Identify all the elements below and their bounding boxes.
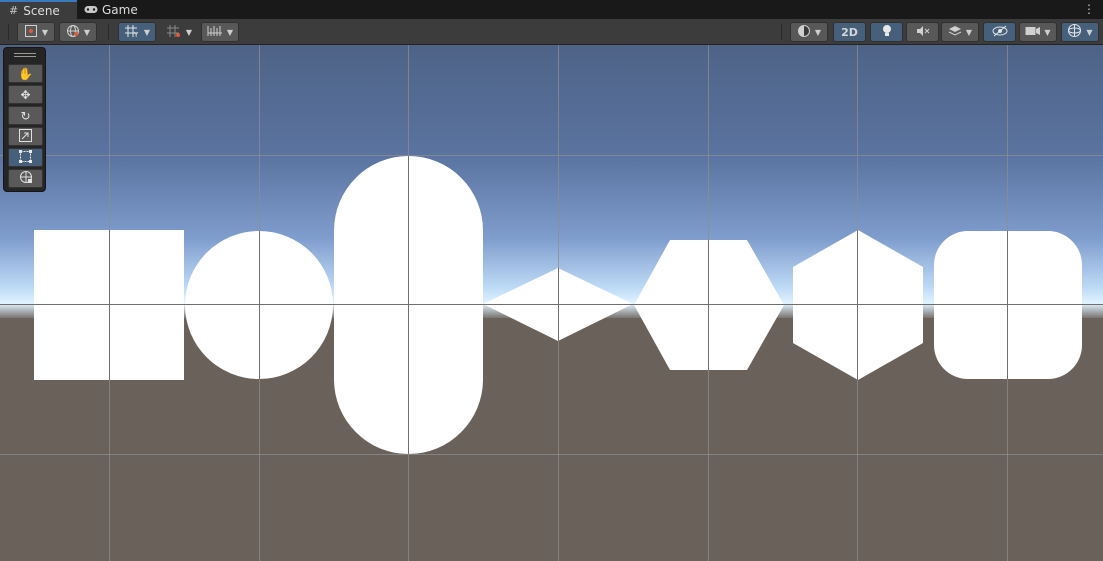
global-local-dropdown[interactable]: ▼ xyxy=(59,22,97,42)
camera-icon xyxy=(1025,26,1041,39)
rotate-tool-button[interactable]: ↻ xyxy=(8,106,43,125)
layers-icon xyxy=(948,25,962,40)
grid-icon: # xyxy=(9,4,19,17)
tab-game[interactable]: Game xyxy=(84,0,138,19)
grid-snapping-dropdown[interactable]: ▼ xyxy=(160,22,198,42)
speaker-muted-icon xyxy=(916,25,930,40)
toolbar-separator xyxy=(781,24,782,40)
tools-overlay: ✋ ✥ ↻ xyxy=(3,47,46,192)
toolbar-separator xyxy=(8,24,9,40)
scale-tool-button[interactable] xyxy=(8,127,43,146)
transform-icon xyxy=(19,170,33,187)
chevron-down-icon: ▼ xyxy=(1044,27,1051,37)
tool-handle-dropdown[interactable]: ▼ xyxy=(17,22,55,42)
more-options-icon[interactable]: ⋮ xyxy=(1083,2,1095,16)
pivot-icon xyxy=(24,24,38,41)
camera-dropdown[interactable]: ▼ xyxy=(1019,22,1057,42)
lightbulb-icon xyxy=(881,24,893,41)
svg-text:Y: Y xyxy=(133,31,139,38)
hidden-objects-toggle[interactable] xyxy=(983,22,1016,42)
transform-tool-button[interactable] xyxy=(8,169,43,188)
gizmo-sphere-icon xyxy=(1067,23,1082,41)
scene-viewport[interactable] xyxy=(0,45,1103,561)
scene-lighting-toggle[interactable] xyxy=(870,22,903,42)
grid-toggle-icon: Y xyxy=(124,24,140,41)
view-tool-button[interactable]: ✋ xyxy=(8,64,43,83)
globe-icon xyxy=(66,24,80,41)
scale-icon xyxy=(19,128,32,145)
audio-toggle[interactable] xyxy=(906,22,939,42)
tab-game-label: Game xyxy=(102,2,138,17)
chevron-down-icon: ▼ xyxy=(185,27,193,37)
gamepad-icon xyxy=(84,3,98,17)
rotate-icon: ↻ xyxy=(20,108,31,123)
ruler-icon xyxy=(207,25,223,40)
tab-bar: # Scene Game ⋮ xyxy=(0,0,1103,19)
drag-handle[interactable] xyxy=(14,53,36,57)
tab-scene-label: Scene xyxy=(23,3,60,18)
chevron-down-icon: ▼ xyxy=(143,27,151,37)
hand-icon: ✋ xyxy=(18,66,33,81)
mode-2d-toggle[interactable]: 2D xyxy=(833,22,866,42)
scene-canvas xyxy=(0,45,1103,561)
shaded-sphere-icon xyxy=(797,24,811,41)
toolbar-separator xyxy=(108,24,109,40)
chevron-down-icon: ▼ xyxy=(226,27,234,37)
chevron-down-icon: ▼ xyxy=(965,27,973,37)
tab-scene[interactable]: # Scene xyxy=(0,0,77,19)
move-tool-button[interactable]: ✥ xyxy=(8,85,43,104)
effects-dropdown[interactable]: ▼ xyxy=(941,22,979,42)
gizmos-dropdown[interactable]: ▼ xyxy=(1061,22,1099,42)
scene-toolbar: ▼ ▼ Y ▼ ▼ ▼ ▼ 2D ▼ ▼ ▼ xyxy=(0,19,1103,45)
eye-off-icon xyxy=(992,25,1008,40)
shading-mode-dropdown[interactable]: ▼ xyxy=(790,22,828,42)
increment-snapping-dropdown[interactable]: ▼ xyxy=(201,22,239,42)
rect-transform-icon xyxy=(19,149,32,166)
chevron-down-icon: ▼ xyxy=(83,27,91,37)
rect-tool-button[interactable] xyxy=(8,148,43,167)
grid-snap-icon xyxy=(166,24,182,41)
chevron-down-icon: ▼ xyxy=(814,27,822,37)
move-arrows-icon: ✥ xyxy=(20,87,31,102)
chevron-down-icon: ▼ xyxy=(41,27,49,37)
chevron-down-icon: ▼ xyxy=(1086,27,1093,37)
grid-visibility-dropdown[interactable]: Y ▼ xyxy=(118,22,156,42)
